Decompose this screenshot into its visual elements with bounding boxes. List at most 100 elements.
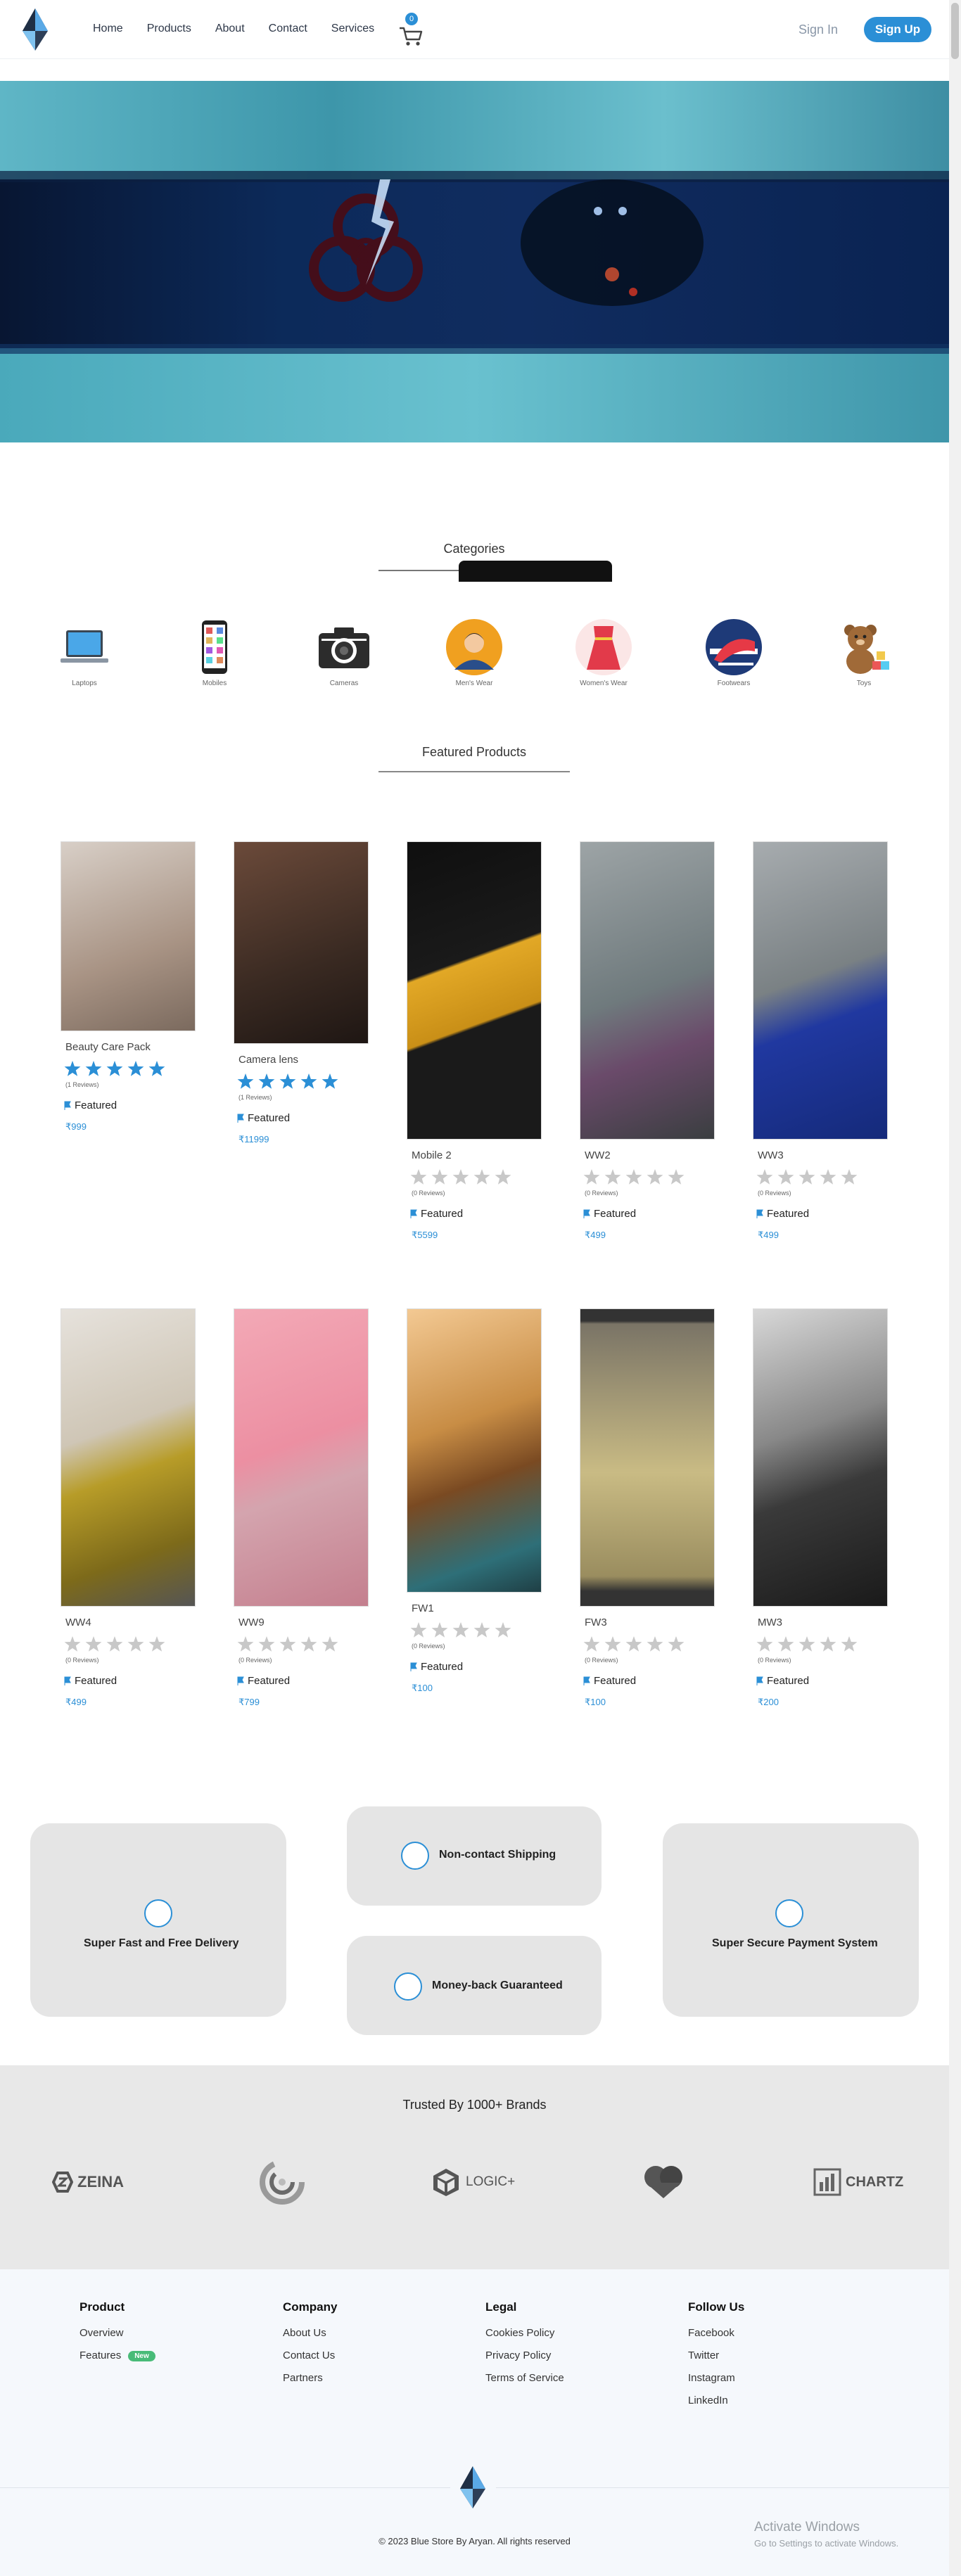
product-image[interactable]	[61, 1308, 196, 1607]
service-money-back-card: Money-back Guaranteed	[347, 1936, 602, 2035]
product-card[interactable]: FW1 (0 Reviews) Featured ₹100	[407, 1308, 542, 1694]
featured-label: Featured	[767, 1208, 810, 1220]
stars-svg	[756, 1169, 858, 1185]
footer-link-privacy[interactable]: Privacy Policy	[485, 2349, 564, 2361]
footer-legal-column: Legal Cookies Policy Privacy Policy Term…	[485, 2300, 564, 2395]
product-price: ₹499	[585, 1230, 606, 1240]
star-icon	[106, 1636, 123, 1652]
category-laptops[interactable]: Laptops	[53, 618, 116, 687]
product-reviews-count: (0 Reviews)	[585, 1657, 618, 1664]
footer-link-about-us[interactable]: About Us	[283, 2327, 337, 2339]
product-price: ₹200	[758, 1697, 779, 1707]
footer-link-instagram[interactable]: Instagram	[688, 2372, 744, 2384]
product-image[interactable]	[61, 841, 196, 1031]
product-image[interactable]	[407, 1308, 542, 1593]
footer-link-contact-us[interactable]: Contact Us	[283, 2349, 337, 2361]
product-image[interactable]	[753, 841, 888, 1140]
product-card[interactable]: FW3 (0 Reviews) Featured ₹100	[580, 1308, 715, 1708]
featured-label: Featured	[75, 1099, 117, 1111]
category-mens-wear[interactable]: Men's Wear	[443, 618, 506, 687]
toy-icon	[844, 625, 889, 674]
product-image[interactable]	[580, 841, 715, 1140]
product-name[interactable]: FW1	[412, 1602, 542, 1614]
featured-badge: Featured	[583, 1675, 715, 1687]
product-name[interactable]: Mobile 2	[412, 1149, 542, 1161]
category-label: Laptops	[72, 680, 97, 687]
nav-products[interactable]: Products	[147, 23, 191, 35]
heart-logo-icon	[644, 2166, 682, 2198]
watermark-line1: Activate Windows	[754, 2520, 860, 2534]
product-name[interactable]: Camera lens	[238, 1054, 369, 1066]
nav-contact[interactable]: Contact	[269, 23, 307, 35]
product-card[interactable]: Beauty Care Pack (1 Reviews) Featured ₹999	[61, 841, 196, 1133]
product-name[interactable]: WW3	[758, 1149, 888, 1161]
biohazard-artwork	[309, 179, 704, 306]
star-icon	[106, 1061, 123, 1076]
cart-button[interactable]: 0	[398, 13, 424, 46]
star-icon	[279, 1073, 296, 1089]
product-card[interactable]: WW3 (0 Reviews) Featured ₹499	[753, 841, 888, 1241]
category-label: Toys	[856, 680, 872, 687]
nav-links: Home Products About Contact Services	[93, 23, 398, 35]
product-image[interactable]	[234, 841, 369, 1044]
product-name[interactable]: WW9	[238, 1617, 369, 1628]
tag-icon	[410, 1662, 417, 1671]
product-image[interactable]	[234, 1308, 369, 1607]
product-image[interactable]	[753, 1308, 888, 1607]
footer-divider-right	[496, 2487, 949, 2488]
footer-link-features[interactable]: Features New	[79, 2349, 155, 2361]
stars-svg	[64, 1061, 165, 1076]
featured-badge: Featured	[756, 1675, 888, 1687]
category-label: Women's Wear	[580, 680, 628, 687]
footer-link-overview[interactable]: Overview	[79, 2327, 155, 2339]
star-icon	[237, 1073, 254, 1089]
category-toys[interactable]: Toys	[832, 618, 896, 687]
product-card[interactable]: Mobile 2 (0 Reviews) Featured ₹5599	[407, 841, 542, 1241]
star-icon	[647, 1636, 663, 1652]
product-name[interactable]: Beauty Care Pack	[65, 1041, 196, 1053]
product-card[interactable]: MW3 (0 Reviews) Featured ₹200	[753, 1308, 888, 1708]
footer-link-twitter[interactable]: Twitter	[688, 2349, 744, 2361]
store-logo[interactable]	[21, 7, 49, 52]
footer-legal-title: Legal	[485, 2300, 517, 2314]
product-card[interactable]: WW4 (0 Reviews) Featured ₹499	[61, 1308, 196, 1708]
category-footwears[interactable]: Footwears	[702, 618, 765, 687]
footer-link-facebook[interactable]: Facebook	[688, 2327, 744, 2339]
product-name[interactable]: WW4	[65, 1617, 196, 1628]
product-card[interactable]: WW2 (0 Reviews) Featured ₹499	[580, 841, 715, 1241]
category-cameras[interactable]: Cameras	[312, 618, 376, 687]
product-card[interactable]: Camera lens (1 Reviews) Featured ₹11999	[234, 841, 369, 1145]
featured-badge: Featured	[63, 1675, 196, 1687]
nav-about[interactable]: About	[215, 23, 245, 35]
featured-badge: Featured	[236, 1675, 369, 1687]
product-name[interactable]: WW2	[585, 1149, 715, 1161]
brand-heart	[642, 2160, 685, 2205]
nav-services[interactable]: Services	[331, 23, 374, 35]
product-price: ₹100	[585, 1697, 606, 1707]
footer-link-partners[interactable]: Partners	[283, 2372, 337, 2384]
sign-up-button[interactable]: Sign Up	[864, 17, 931, 42]
stars-svg	[410, 1622, 511, 1638]
product-card[interactable]: WW9 (0 Reviews) Featured ₹799	[234, 1308, 369, 1708]
footer-link-terms[interactable]: Terms of Service	[485, 2372, 564, 2384]
product-image[interactable]	[580, 1308, 715, 1607]
page-scrollbar[interactable]	[949, 0, 961, 2576]
footer-link-linkedin[interactable]: LinkedIn	[688, 2395, 744, 2406]
category-mobiles[interactable]: Mobiles	[183, 618, 246, 687]
footer-link-cookies[interactable]: Cookies Policy	[485, 2327, 564, 2339]
nav-home[interactable]: Home	[93, 23, 123, 35]
scrollbar-thumb[interactable]	[951, 3, 959, 59]
product-reviews-count: (0 Reviews)	[758, 1657, 791, 1664]
featured-underline	[378, 771, 570, 772]
star-icon	[127, 1636, 144, 1652]
footer-divider-left	[0, 2487, 450, 2488]
sign-in-link[interactable]: Sign In	[798, 23, 838, 37]
product-name[interactable]: FW3	[585, 1617, 715, 1628]
product-image[interactable]	[407, 841, 542, 1140]
product-name[interactable]: MW3	[758, 1617, 888, 1628]
star-icon	[148, 1061, 165, 1076]
star-icon	[258, 1636, 275, 1652]
star-icon	[583, 1169, 600, 1185]
category-womens-wear[interactable]: Women's Wear	[572, 618, 635, 687]
footer-logo[interactable]	[459, 2465, 487, 2510]
